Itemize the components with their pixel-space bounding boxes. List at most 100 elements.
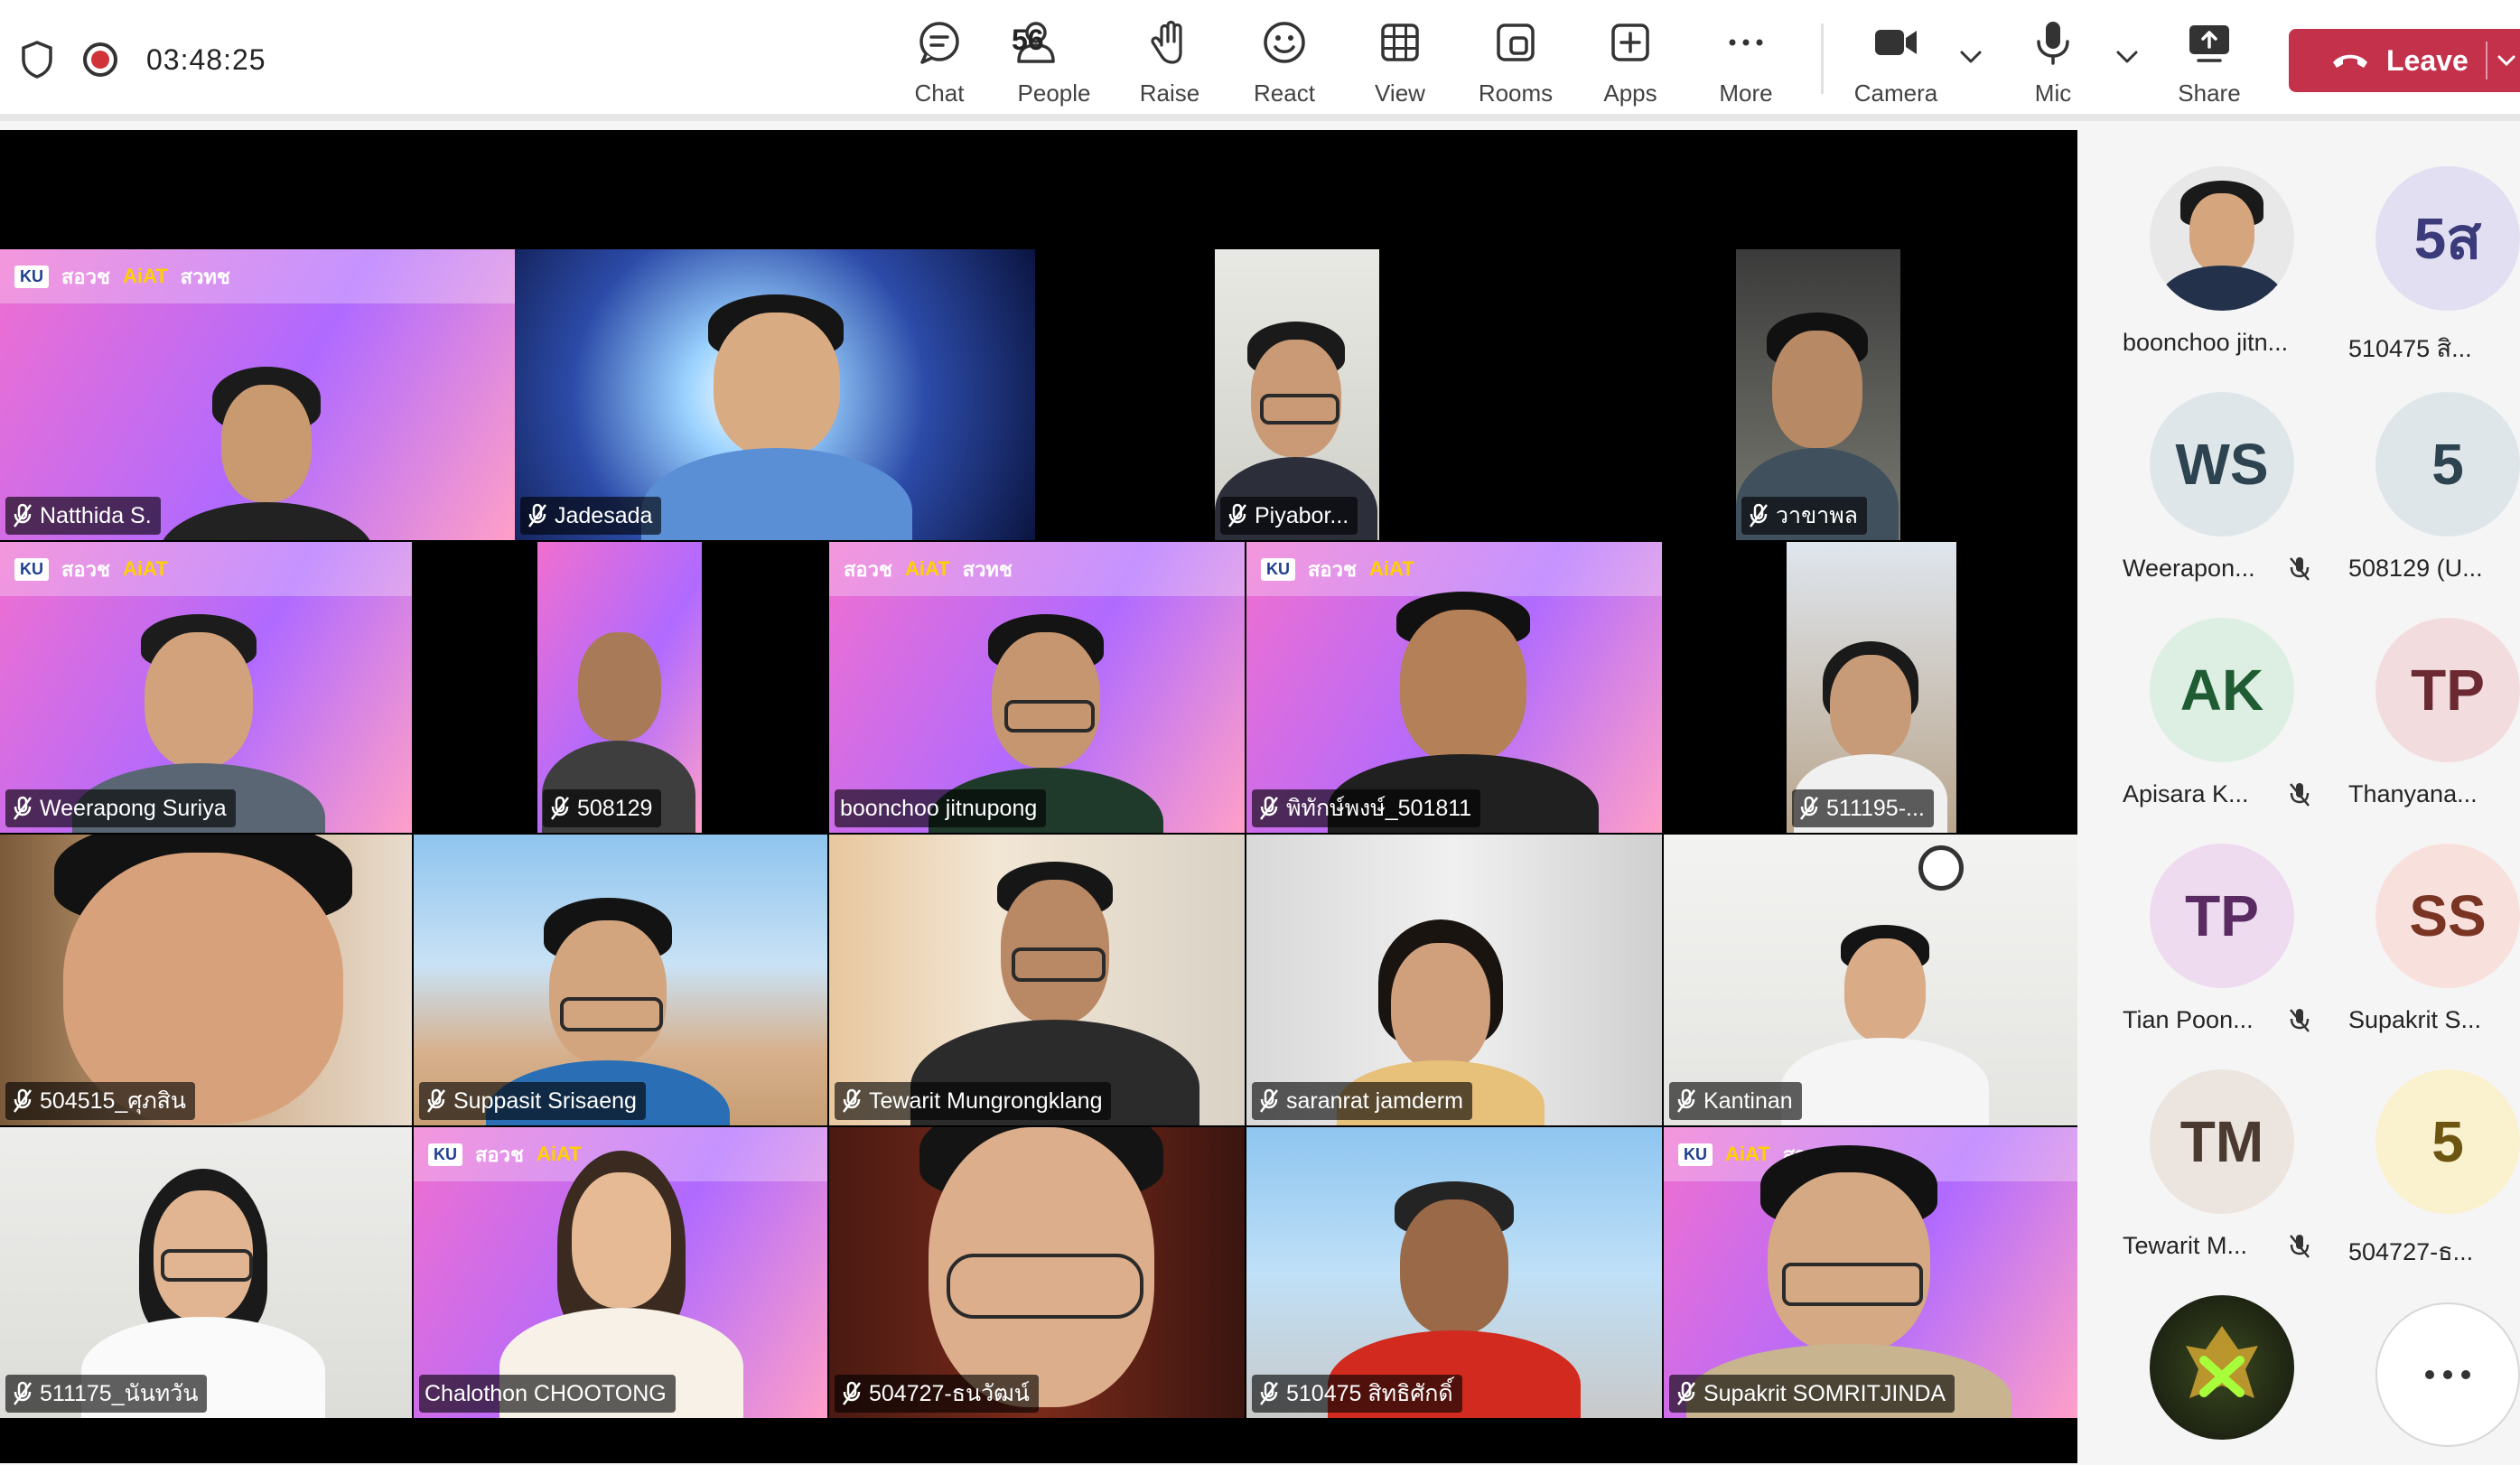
- video-tile[interactable]: KU สอวช AiAT สวทช Natthida S.: [0, 249, 515, 540]
- brand-logo: สอวช: [475, 1143, 524, 1166]
- recording-icon[interactable]: [83, 42, 117, 77]
- avatar-initials: 5: [2375, 392, 2520, 537]
- apps-button[interactable]: Apps: [1581, 18, 1680, 108]
- video-tile[interactable]: Suppasit Srisaeng: [414, 835, 827, 1125]
- participant-name-tag: boonchoo jitnupong: [835, 789, 1047, 827]
- participant-item[interactable]: WS Weerapon...: [2077, 354, 2310, 582]
- video-tile[interactable]: 511175_นันทวัน: [0, 1127, 412, 1418]
- chat-label: Chat: [914, 79, 965, 107]
- video-gallery: KU สอวช AiAT สวทช Natthida S. Jadesada Piya…: [0, 130, 2077, 1463]
- participant-name-tag: Chalothon CHOOTONG: [419, 1375, 676, 1413]
- leave-button[interactable]: Leave: [2289, 29, 2520, 92]
- video-tile[interactable]: Piyabor...: [1215, 249, 1379, 540]
- event-banner: KU สอวช AiAT: [0, 542, 412, 596]
- video-tile[interactable]: Jadesada: [515, 249, 1035, 540]
- participant-item[interactable]: 5 508129 (U...: [2303, 354, 2520, 582]
- participant-name: Tian Poon...: [2123, 1006, 2254, 1033]
- participant-name: boonchoo jitn...: [2123, 329, 2289, 356]
- raise-label: Raise: [1139, 79, 1200, 107]
- hang-up-phone-icon: [2333, 54, 2367, 68]
- leave-divider: [2486, 42, 2487, 79]
- participant-name-tag: พิทักษ์พงษ์_501811: [1252, 789, 1481, 827]
- view-label: View: [1375, 79, 1425, 107]
- ku-logo: KU: [1261, 557, 1295, 581]
- participant-name-tag: Weerapong Suriya: [5, 789, 236, 827]
- event-banner: KU สอวช AiAT สวทช: [0, 249, 515, 303]
- video-tile[interactable]: 510475 สิทธิศักดิ์: [1246, 1127, 1662, 1418]
- more-dots-icon: [2425, 1370, 2470, 1379]
- leave-label: Leave: [2386, 43, 2469, 77]
- camera-options-chevron-icon[interactable]: [1957, 43, 1984, 70]
- video-tile[interactable]: KUAiATสวทช Supakrit SOMRITJINDA: [1664, 1127, 2077, 1418]
- aiat-logo: AiAT: [536, 1143, 582, 1165]
- participant-name: Weerapong Suriya: [40, 795, 227, 821]
- video-tile[interactable]: 508129: [537, 542, 702, 833]
- avatar-initials: 5ส: [2375, 166, 2520, 311]
- participant-item[interactable]: boonchoo jitn...: [2077, 128, 2303, 356]
- participant-name: 504727-ธ...: [2348, 1238, 2474, 1265]
- brand-logo: สอวช: [61, 265, 110, 288]
- participant-name: Chalothon CHOOTONG: [425, 1380, 667, 1406]
- video-tile[interactable]: 504515_ศุภสิน: [0, 835, 412, 1125]
- participant-item[interactable]: TP Tian Poon...: [2077, 806, 2310, 1033]
- video-tile[interactable]: Kantinan: [1664, 835, 2077, 1125]
- participant-name-tag: 504727-ธนวัฒน์: [835, 1375, 1039, 1413]
- participant-name: Apisara K...: [2123, 780, 2249, 807]
- avatar-initials: WS: [2150, 392, 2294, 537]
- participant-name-tag: Supakrit SOMRITJINDA: [1669, 1375, 1955, 1413]
- participant-name: Natthida S.: [40, 502, 152, 528]
- rooms-label: Rooms: [1478, 79, 1554, 107]
- rooms-button[interactable]: Rooms: [1466, 18, 1565, 108]
- brand-logo: สอวช: [61, 557, 110, 581]
- video-tile[interactable]: KU สอวช AiAT พิทักษ์พงษ์_501811: [1246, 542, 1662, 833]
- muted-mic-icon: [843, 1381, 861, 1405]
- smiley-icon: [1264, 22, 1305, 63]
- video-tile[interactable]: KU สอวช AiAT Weerapong Suriya: [0, 542, 412, 833]
- event-banner: สอวช AiAT สวทช: [829, 542, 1245, 596]
- people-label: People: [1017, 79, 1091, 107]
- microphone-icon: [2037, 22, 2069, 65]
- participant-name: Weerapon...: [2123, 555, 2255, 582]
- video-tile[interactable]: saranrat jamderm: [1246, 835, 1662, 1125]
- muted-mic-icon: [1260, 1088, 1278, 1113]
- participant-item[interactable]: SS Supakrit S...: [2303, 806, 2520, 1033]
- view-button[interactable]: View: [1350, 18, 1450, 108]
- react-button[interactable]: React: [1235, 18, 1334, 108]
- avatar-initials: TP: [2150, 844, 2294, 988]
- muted-mic-icon: [1677, 1088, 1695, 1113]
- video-tile[interactable]: วาขาพล: [1736, 249, 1900, 540]
- raise-hand-button[interactable]: Raise: [1120, 18, 1219, 108]
- video-tile[interactable]: สอวช AiAT สวทช boonchoo jitnupong: [829, 542, 1245, 833]
- participant-item[interactable]: [2077, 1257, 2303, 1465]
- participant-item[interactable]: TM Tewarit M...: [2077, 1031, 2310, 1259]
- nstda-logo: สวทช: [962, 557, 1013, 581]
- chat-button[interactable]: Chat: [890, 18, 989, 108]
- video-tile[interactable]: 504727-ธนวัฒน์: [829, 1127, 1245, 1418]
- mic-options-chevron-icon[interactable]: [2114, 43, 2141, 70]
- participant-item[interactable]: AK Apisara K...: [2077, 580, 2310, 807]
- share-button[interactable]: Share: [2160, 18, 2259, 108]
- mic-button[interactable]: Mic: [2003, 18, 2103, 108]
- participant-name: Kantinan: [1703, 1087, 1793, 1114]
- aiat-logo: AiAT: [122, 265, 168, 287]
- leave-options-chevron-icon[interactable]: [2495, 51, 2518, 70]
- participant-name-tag: Jadesada: [520, 497, 662, 535]
- participant-item[interactable]: 5 504727-ธ...: [2303, 1031, 2520, 1265]
- video-tile[interactable]: KU สอวช AiAT Chalothon CHOOTONG: [414, 1127, 827, 1418]
- brand-logo: สอวช: [844, 557, 892, 581]
- video-tile[interactable]: Tewarit Mungrongklang: [829, 835, 1245, 1125]
- more-button[interactable]: More: [1696, 18, 1796, 108]
- avatar-initials: 5: [2375, 1069, 2520, 1214]
- participant-name: 504727-ธนวัฒน์: [869, 1381, 1030, 1406]
- camera-button[interactable]: Camera: [1846, 18, 1946, 108]
- aiat-logo: AiAT: [122, 557, 168, 580]
- video-tile[interactable]: 511195-...: [1787, 542, 1956, 833]
- participant-name-tag: 504515_ศุภสิน: [5, 1082, 196, 1120]
- participant-item[interactable]: 5ส 510475 สิ...: [2303, 128, 2520, 362]
- muted-mic-icon: [843, 1088, 861, 1113]
- shield-icon[interactable]: [20, 40, 54, 79]
- more-participants-button[interactable]: [2375, 1302, 2520, 1447]
- participant-name: Tewarit M...: [2123, 1232, 2248, 1259]
- participant-name: Tewarit Mungrongklang: [869, 1087, 1103, 1114]
- participant-item[interactable]: TP Thanyana...: [2303, 580, 2520, 807]
